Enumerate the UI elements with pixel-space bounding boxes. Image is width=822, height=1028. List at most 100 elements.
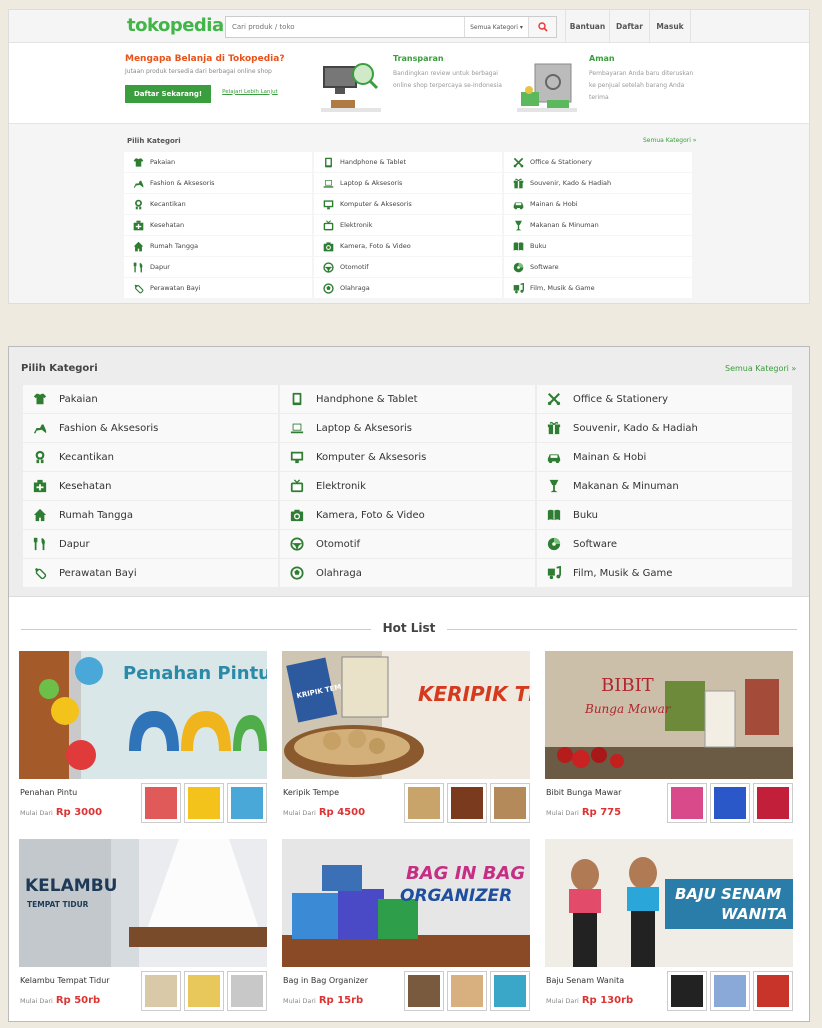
category-item[interactable]: Office & Stationery [504,152,692,172]
product-thumbnail[interactable] [141,783,181,823]
category-dropdown[interactable]: Semua Kategori ▾ [464,17,528,37]
product-thumbnail[interactable] [227,783,267,823]
thumbnail-strip [667,783,793,823]
product-thumbnail[interactable] [447,971,487,1011]
product-thumbnail[interactable] [753,783,793,823]
category-item[interactable]: Makanan & Minuman [537,472,792,500]
product-thumbnail[interactable] [404,971,444,1011]
hotlist-product-name[interactable]: Penahan Pintu [20,788,77,797]
category-item[interactable]: Elektronik [314,215,502,235]
product-thumbnail[interactable] [227,971,267,1011]
category-item[interactable]: Perawatan Bayi [23,559,278,587]
all-categories-link[interactable]: Semua Kategori » [643,137,696,144]
category-item[interactable]: Film, Musik & Game [504,278,692,298]
category-item[interactable]: Kecantikan [23,443,278,471]
category-item[interactable]: Laptop & Aksesoris [314,173,502,193]
category-item[interactable]: Kecantikan [124,194,312,214]
nav-masuk[interactable]: Masuk [649,10,691,42]
category-item[interactable]: Olahraga [314,278,502,298]
category-item[interactable]: Pakaian [23,385,278,413]
hotlist-product-name[interactable]: Kelambu Tempat Tidur [20,976,110,985]
category-item[interactable]: Laptop & Aksesoris [280,414,535,442]
category-item[interactable]: Otomotif [280,530,535,558]
category-item[interactable]: Office & Stationery [537,385,792,413]
tv-icon [322,219,334,231]
category-item[interactable]: Film, Musik & Game [537,559,792,587]
hotlist-product-name[interactable]: Keripik Tempe [283,788,339,797]
category-item[interactable]: Rumah Tangga [124,236,312,256]
search-button[interactable] [528,17,556,37]
logo[interactable]: tokopedia [127,15,224,36]
category-item[interactable]: Mainan & Hobi [504,194,692,214]
category-label: Office & Stationery [573,393,669,405]
product-thumbnail[interactable] [447,783,487,823]
category-item[interactable]: Elektronik [280,472,535,500]
category-item[interactable]: Buku [504,236,692,256]
category-item[interactable]: Software [537,530,792,558]
hotlist-card[interactable]: BIBIT Bunga Mawar Bibit Bunga Mawar Mula… [545,651,793,829]
glass-icon [545,477,563,495]
hotlist-banner[interactable]: BAJU SENAM WANITA [545,839,793,967]
search-input[interactable] [226,17,464,37]
banner-image: BAJU SENAM WANITA [545,839,793,967]
category-item[interactable]: Fashion & Aksesoris [23,414,278,442]
banner-text: ORGANIZER [400,886,512,906]
learn-more-link[interactable]: Pelajari Lebih Lanjut [222,89,278,95]
category-item[interactable]: Souvenir, Kado & Hadiah [537,414,792,442]
feature-desc: Pembayaran Anda baru diteruskan ke penju… [589,70,694,101]
hotlist-card[interactable]: BAG IN BAG ORGANIZER Bag in Bag Organize… [282,839,530,1017]
category-item[interactable]: Handphone & Tablet [314,152,502,172]
category-item[interactable]: Handphone & Tablet [280,385,535,413]
product-thumbnail[interactable] [710,783,750,823]
category-item[interactable]: Komputer & Aksesoris [280,443,535,471]
category-item[interactable]: Kesehatan [124,215,312,235]
product-thumbnail[interactable] [404,783,444,823]
product-thumbnail[interactable] [490,971,530,1011]
all-categories-link[interactable]: Semua Kategori » [725,364,796,373]
hotlist-banner[interactable]: KELAMBU TEMPAT TIDUR [19,839,267,967]
product-thumbnail[interactable] [490,783,530,823]
category-item[interactable]: Kamera, Foto & Video [280,501,535,529]
banner-text: BIBIT [601,675,654,696]
nav-daftar[interactable]: Daftar [609,10,649,42]
category-item[interactable]: Pakaian [124,152,312,172]
product-thumbnail[interactable] [667,971,707,1011]
hotlist-card[interactable]: BAJU SENAM WANITA Baju Senam Wanita Mula… [545,839,793,1017]
category-item[interactable]: Rumah Tangga [23,501,278,529]
home-icon [132,240,144,252]
register-button[interactable]: Daftar Sekarang! [125,85,212,103]
hotlist-product-name[interactable]: Bibit Bunga Mawar [546,788,621,797]
category-item[interactable]: Olahraga [280,559,535,587]
category-item[interactable]: Fashion & Aksesoris [124,173,312,193]
hotlist-product-name[interactable]: Bag in Bag Organizer [283,976,368,985]
hotlist-banner[interactable]: Penahan Pintu [19,651,267,779]
hotlist-banner[interactable]: KRIPIK TEMPE KERIPIK TEMPE [282,651,530,779]
category-item[interactable]: Dapur [23,530,278,558]
category-item[interactable]: Kesehatan [23,472,278,500]
nav-bantuan[interactable]: Bantuan [565,10,609,42]
category-item[interactable]: Makanan & Minuman [504,215,692,235]
hotlist-product-name[interactable]: Baju Senam Wanita [546,976,624,985]
category-item[interactable]: Software [504,257,692,277]
product-thumbnail[interactable] [184,971,224,1011]
category-item[interactable]: Perawatan Bayi [124,278,312,298]
category-item[interactable]: Otomotif [314,257,502,277]
product-thumbnail[interactable] [753,971,793,1011]
product-thumbnail[interactable] [141,971,181,1011]
category-item[interactable]: Buku [537,501,792,529]
category-label: Kamera, Foto & Video [340,242,411,250]
category-item[interactable]: Mainan & Hobi [537,443,792,471]
category-item[interactable]: Komputer & Aksesoris [314,194,502,214]
product-thumbnail[interactable] [184,783,224,823]
product-thumbnail[interactable] [710,971,750,1011]
hotlist-card[interactable]: Penahan Pintu Penahan Pintu Mulai Dari Rp… [19,651,267,829]
product-thumbnail[interactable] [667,783,707,823]
hotlist-card[interactable]: KELAMBU TEMPAT TIDUR Kelambu Tempat Tidu… [19,839,267,1017]
thumbnail-strip [404,783,530,823]
hotlist-banner[interactable]: BAG IN BAG ORGANIZER [282,839,530,967]
hotlist-banner[interactable]: BIBIT Bunga Mawar [545,651,793,779]
hotlist-card[interactable]: KRIPIK TEMPE KERIPIK TEMPE Keripik Tempe… [282,651,530,829]
category-item[interactable]: Dapur [124,257,312,277]
category-item[interactable]: Kamera, Foto & Video [314,236,502,256]
category-item[interactable]: Souvenir, Kado & Hadiah [504,173,692,193]
